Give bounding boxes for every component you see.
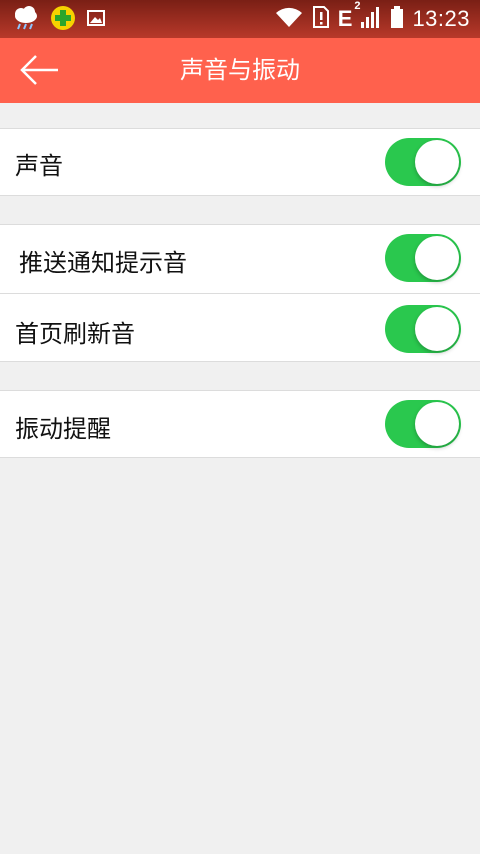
setting-row-refresh-sound: 首页刷新音 — [0, 294, 480, 361]
setting-row-sound: 声音 — [0, 129, 480, 195]
setting-label-sound: 声音 — [15, 152, 63, 180]
setting-label-push-sound: 推送通知提示音 — [19, 249, 187, 277]
vibration-toggle[interactable] — [385, 400, 461, 448]
setting-row-vibration: 振动提醒 — [0, 391, 480, 457]
sim-alert-icon — [312, 5, 330, 33]
setting-label-vibration: 振动提醒 — [15, 415, 111, 443]
sound-toggle[interactable] — [385, 138, 461, 186]
refresh-sound-toggle[interactable] — [385, 305, 461, 353]
wifi-icon — [274, 5, 304, 33]
divider — [0, 361, 480, 362]
toggle-knob — [415, 140, 459, 184]
setting-label-refresh-sound: 首页刷新音 — [15, 320, 135, 348]
setting-row-push-sound: 推送通知提示音 — [0, 225, 480, 293]
toggle-knob — [415, 236, 459, 280]
toggle-knob — [415, 402, 459, 446]
app-plus-icon — [50, 5, 76, 35]
status-time: 13:23 — [412, 6, 470, 31]
page-title: 声音与振动 — [180, 56, 300, 84]
divider — [0, 195, 480, 196]
status-bar: E2 13:23 — [0, 0, 480, 38]
signal-icon — [360, 5, 382, 33]
network-type-indicator: E2 — [337, 0, 361, 31]
divider — [0, 457, 480, 458]
header-bar: 声音与振动 — [0, 38, 480, 103]
push-sound-toggle[interactable] — [385, 234, 461, 282]
weather-icon — [12, 5, 40, 35]
toggle-knob — [415, 307, 459, 351]
battery-icon — [390, 5, 404, 33]
image-notification-icon — [86, 8, 106, 32]
